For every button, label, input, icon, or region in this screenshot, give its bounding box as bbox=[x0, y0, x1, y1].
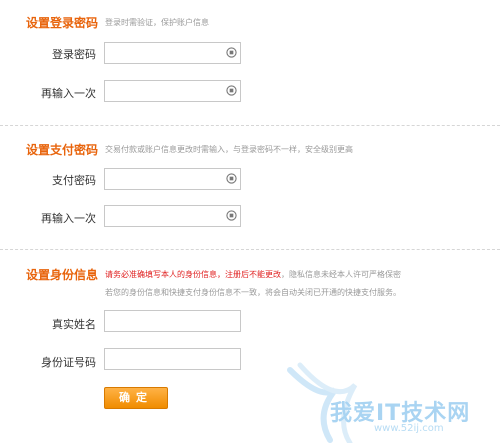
real-name-input[interactable] bbox=[105, 313, 240, 333]
pay-password-label: 支付密码 bbox=[52, 174, 96, 187]
login-repeat-input[interactable] bbox=[105, 83, 240, 103]
login-section-title: 设置登录密码 bbox=[26, 16, 99, 30]
identity-section-title: 设置身份信息 bbox=[26, 268, 99, 282]
login-password-field[interactable] bbox=[104, 42, 241, 65]
login-repeat-label: 再输入一次 bbox=[41, 87, 96, 100]
login-password-label: 登录密码 bbox=[52, 48, 96, 61]
soft-keyboard-icon[interactable] bbox=[226, 85, 237, 96]
pay-password-input[interactable] bbox=[105, 171, 240, 191]
id-number-input[interactable] bbox=[105, 351, 240, 371]
real-name-label: 真实姓名 bbox=[52, 318, 96, 331]
real-name-field[interactable] bbox=[104, 310, 241, 333]
pay-repeat-label: 再输入一次 bbox=[41, 212, 96, 225]
id-number-label: 身份证号码 bbox=[41, 356, 96, 369]
pay-section-title: 设置支付密码 bbox=[26, 143, 99, 157]
identity-hint-warning: 请务必准确填写本人的身份信息，注册后不能更改 bbox=[105, 270, 281, 279]
login-repeat-field[interactable] bbox=[104, 80, 241, 103]
identity-hint-line2: 若您的身份信息和快捷支付身份信息不一致，将会自动关闭已开通的快捷支付服务。 bbox=[105, 288, 401, 297]
login-section-hint: 登录时需验证，保护账户信息 bbox=[105, 18, 209, 27]
pay-password-field[interactable] bbox=[104, 168, 241, 191]
section-divider bbox=[0, 249, 500, 250]
watermark-url: www.52ij.com bbox=[374, 423, 444, 434]
pay-section-hint: 交易付款或账户信息更改时需输入，与登录密码不一样，安全级别更高 bbox=[105, 145, 353, 154]
identity-hint-rest: ，隐私信息未经本人许可严格保密 bbox=[281, 270, 401, 279]
soft-keyboard-icon[interactable] bbox=[226, 173, 237, 184]
login-password-input[interactable] bbox=[105, 45, 240, 65]
identity-section-hint: 请务必准确填写本人的身份信息，注册后不能更改，隐私信息未经本人许可严格保密 bbox=[105, 269, 401, 280]
section-divider bbox=[0, 125, 500, 126]
soft-keyboard-icon[interactable] bbox=[226, 210, 237, 221]
soft-keyboard-icon[interactable] bbox=[226, 47, 237, 58]
pay-repeat-field[interactable] bbox=[104, 205, 241, 228]
confirm-button[interactable]: 确定 bbox=[104, 387, 168, 409]
pay-repeat-input[interactable] bbox=[105, 208, 240, 228]
id-number-field[interactable] bbox=[104, 348, 241, 371]
